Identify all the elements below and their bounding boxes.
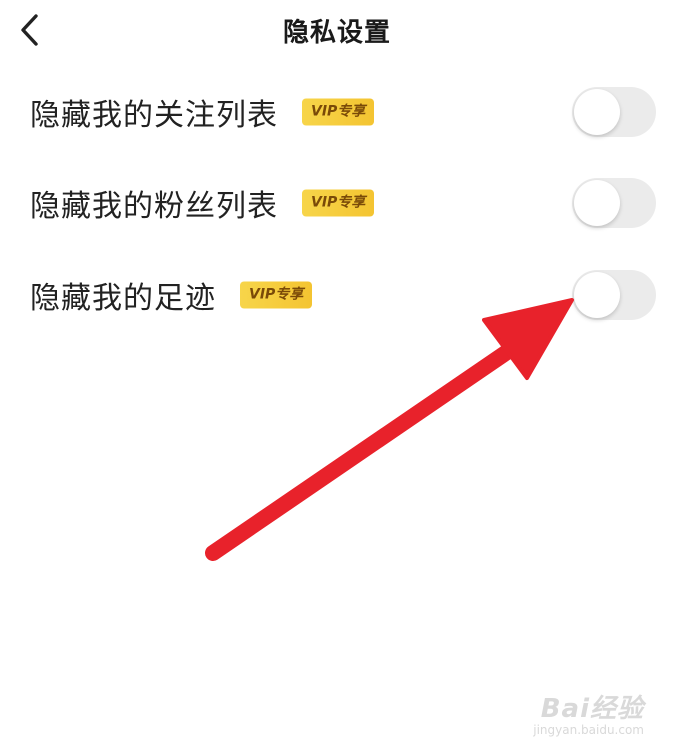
vip-badge: VIP专享 — [302, 98, 375, 126]
setting-label: 隐藏我的足迹 — [30, 281, 216, 316]
toggle-knob — [574, 89, 620, 135]
header-bar: 隐私设置 — [0, 0, 674, 60]
watermark: Bai经验 jingyan.baidu.com — [533, 688, 644, 737]
hide-following-toggle[interactable] — [572, 87, 656, 137]
watermark-url: jingyan.baidu.com — [533, 723, 644, 737]
setting-label: 隐藏我的粉丝列表 — [30, 189, 278, 224]
toggle-knob — [574, 272, 620, 318]
watermark-logo: Bai经验 — [540, 694, 644, 724]
page-title: 隐私设置 — [282, 18, 391, 48]
setting-row-hide-following: 隐藏我的关注列表 VIP专享 — [0, 82, 674, 142]
vip-badge: VIP专享 — [302, 189, 375, 217]
setting-label: 隐藏我的关注列表 — [30, 98, 278, 133]
vip-badge: VIP专享 — [240, 281, 313, 309]
setting-row-hide-followers: 隐藏我的粉丝列表 VIP专享 — [0, 173, 674, 233]
setting-row-hide-footprints: 隐藏我的足迹 VIP专享 — [0, 265, 674, 325]
hide-footprints-toggle[interactable] — [572, 270, 656, 320]
toggle-knob — [574, 180, 620, 226]
hide-followers-toggle[interactable] — [572, 178, 656, 228]
